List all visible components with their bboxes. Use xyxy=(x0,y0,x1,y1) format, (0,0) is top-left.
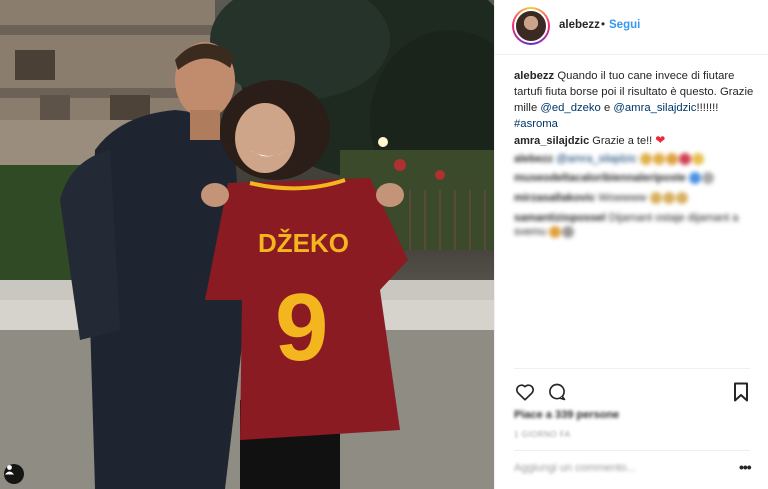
comment-username[interactable]: amra_silajdzic xyxy=(514,135,589,147)
likes-count[interactable]: Piace a 339 persone xyxy=(514,409,619,421)
post-side-panel: alebezz • Segui alebezz Quando il tuo ca… xyxy=(494,0,768,489)
comment-item: museodeltacaloribiennaleriposte xyxy=(514,171,764,185)
comment-username[interactable]: samantiziopossel xyxy=(514,212,606,224)
post-header: alebezz • Segui xyxy=(495,0,768,55)
add-comment-input[interactable]: Aggiungi un commento... xyxy=(514,462,636,474)
comment-text: Wowwww xyxy=(598,192,647,204)
comment-text[interactable]: @amra_silajdzic xyxy=(556,153,637,165)
mention-link[interactable]: @amra_silajdzic xyxy=(613,102,696,114)
caption-username[interactable]: alebezz xyxy=(514,70,554,82)
jersey-name: DŽEKO xyxy=(258,228,349,258)
heart-icon[interactable] xyxy=(514,381,536,403)
comment-username[interactable]: alebezz xyxy=(514,153,553,165)
mention-link[interactable]: @ed_dzeko xyxy=(540,102,600,114)
caption-text: e xyxy=(600,102,614,114)
comment-item: amra_silajdzic Grazie a te!! ❤ xyxy=(514,133,764,148)
divider xyxy=(514,450,750,451)
post-timestamp: 1 GIORNO FA xyxy=(514,430,571,439)
post-caption: alebezz Quando il tuo cane invece di fiu… xyxy=(514,68,764,132)
follow-button[interactable]: Segui xyxy=(609,19,640,31)
avatar[interactable] xyxy=(512,7,550,45)
hashtag-link[interactable]: #asroma xyxy=(514,118,558,130)
bookmark-icon[interactable] xyxy=(730,381,752,403)
header-username[interactable]: alebezz xyxy=(559,19,600,31)
divider xyxy=(514,368,750,369)
post-actions xyxy=(514,381,750,403)
comment-item: alebezz @amra_silajdzic xyxy=(514,152,764,166)
comment-text: Grazie a te!! xyxy=(592,135,653,147)
more-options-icon[interactable]: ••• xyxy=(739,460,752,474)
header-separator: • xyxy=(601,19,606,31)
comment-icon[interactable] xyxy=(546,381,568,403)
person-icon[interactable] xyxy=(4,464,24,484)
heart-emoji: ❤ xyxy=(655,133,666,147)
comment-item: samantiziopossel Dijamant ostaje dijaman… xyxy=(514,211,764,239)
post-photo[interactable]: DŽEKO 9 xyxy=(0,0,494,489)
jersey-number: 9 xyxy=(275,274,328,381)
comment-item: mirzasallakovic Wowwww xyxy=(514,191,764,205)
photo-scene: DŽEKO 9 xyxy=(0,0,494,489)
comment-username[interactable]: museodeltacaloribiennaleriposte xyxy=(514,172,686,184)
comment-username[interactable]: mirzasallakovic xyxy=(514,192,595,204)
caption-text: !!!!!!! xyxy=(696,102,719,114)
